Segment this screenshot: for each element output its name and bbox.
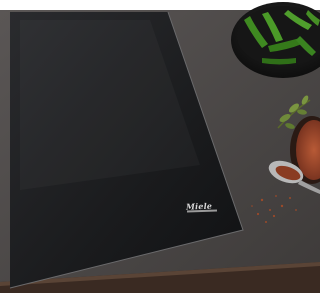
product-photo: Miele	[0, 0, 320, 293]
photo-drawing	[0, 2, 320, 293]
